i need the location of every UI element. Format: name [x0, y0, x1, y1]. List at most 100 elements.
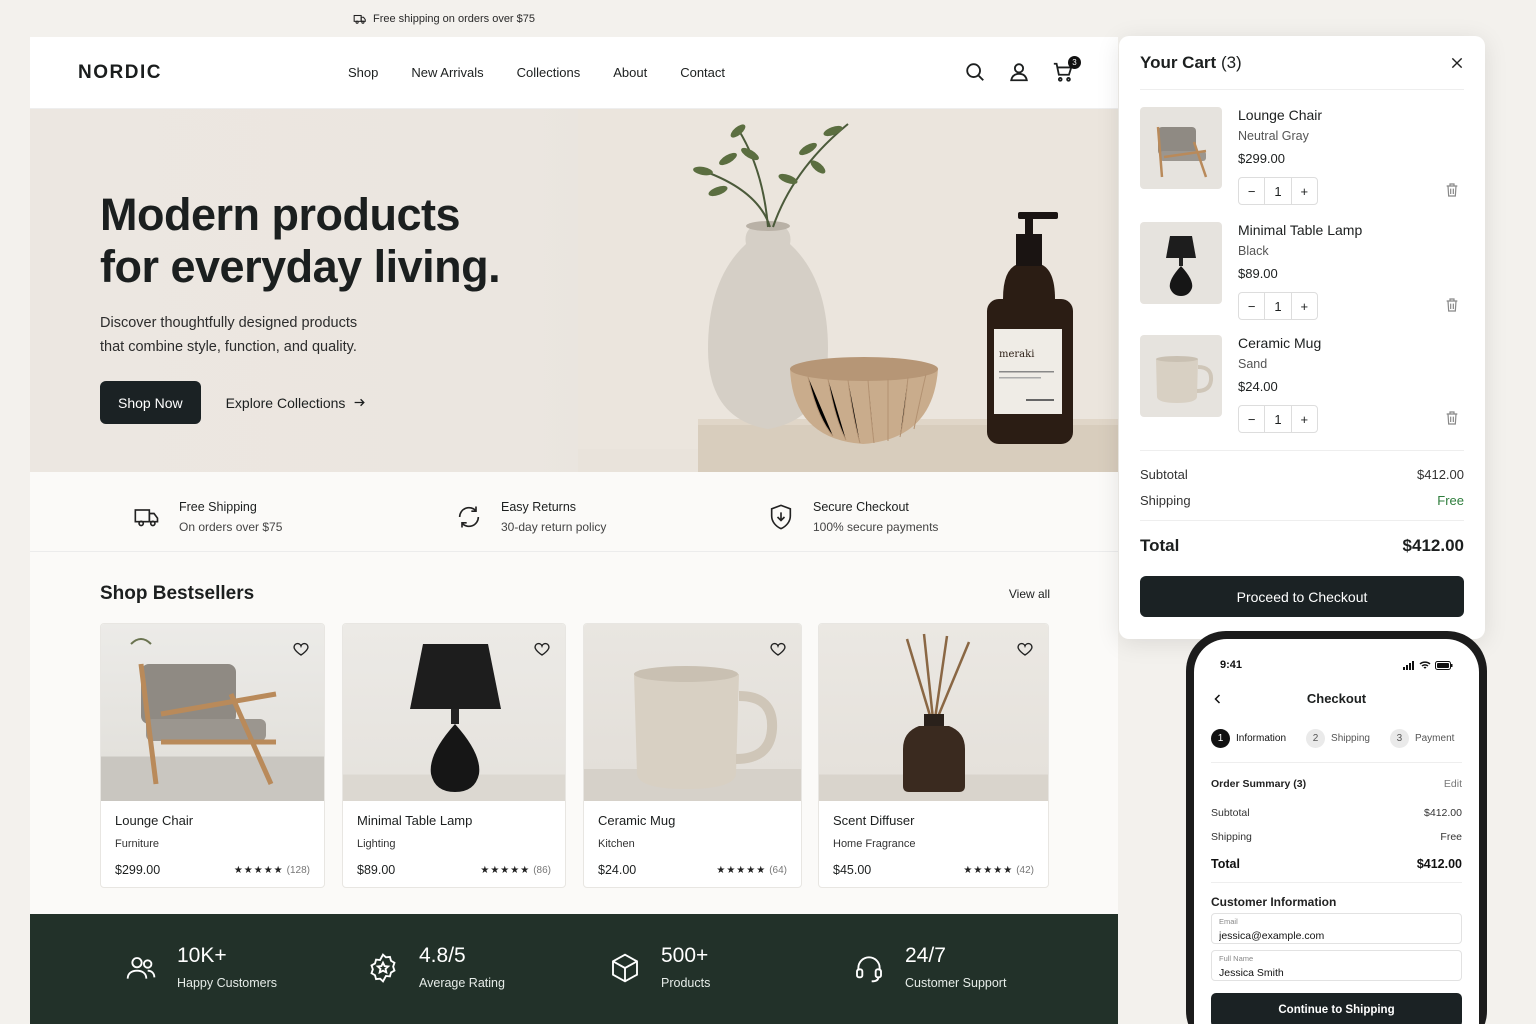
product-category: Kitchen	[598, 838, 635, 850]
heart-icon[interactable]	[533, 640, 551, 658]
stat-label: Products	[661, 976, 711, 990]
cart-item-price: $89.00	[1238, 266, 1278, 281]
stat-support: 24/7 Customer Support	[853, 944, 1006, 990]
step-payment[interactable]: 3 Payment	[1389, 729, 1454, 748]
quantity-value[interactable]: 1	[1264, 293, 1292, 319]
trash-icon[interactable]	[1444, 297, 1460, 313]
email-input[interactable]	[1219, 930, 1454, 942]
refresh-icon	[458, 506, 480, 528]
shield-icon	[770, 504, 792, 530]
nav-about[interactable]: About	[613, 65, 647, 80]
continue-to-shipping-button[interactable]: Continue to Shipping	[1211, 993, 1462, 1024]
trash-icon[interactable]	[1444, 410, 1460, 426]
decrease-button[interactable]: −	[1239, 178, 1264, 204]
stat-label: Customer Support	[905, 976, 1007, 990]
product-rating: ★★★★★ (42)	[963, 865, 1034, 876]
divider	[1140, 520, 1464, 521]
full-name-label: Full Name	[1219, 954, 1254, 963]
cart-item-price: $299.00	[1238, 151, 1285, 166]
nav-new-arrivals[interactable]: New Arrivals	[411, 65, 483, 80]
mobile-shipping-row: Shipping Free	[1211, 831, 1462, 843]
explore-collections-link[interactable]: Explore Collections	[226, 395, 367, 411]
rating-count: (86)	[533, 864, 551, 876]
product-rating: ★★★★★ (64)	[716, 865, 787, 876]
logo[interactable]: NORDIC	[78, 62, 298, 84]
announcement-bar: Free shipping on orders over $75	[30, 0, 1118, 37]
full-name-field[interactable]: Full Name	[1211, 950, 1462, 981]
cart-item-name: Minimal Table Lamp	[1238, 222, 1363, 238]
increase-button[interactable]: +	[1292, 406, 1317, 432]
stat-label: Average Rating	[419, 976, 505, 990]
email-field[interactable]: Email	[1211, 913, 1462, 944]
heart-icon[interactable]	[769, 640, 787, 658]
site-header: NORDIC Shop New Arrivals Collections Abo…	[30, 37, 1118, 109]
total-row: Total $412.00	[1140, 536, 1464, 556]
nav-collections[interactable]: Collections	[517, 65, 581, 80]
heart-icon[interactable]	[1016, 640, 1034, 658]
rating-count: (64)	[769, 864, 787, 876]
nav-shop[interactable]: Shop	[348, 65, 378, 80]
hero-banner: Modern products for everyday living. Dis…	[30, 109, 1118, 472]
hero-subtitle-line-2: that combine style, function, and qualit…	[100, 339, 357, 355]
cart-item-count: (3)	[1220, 52, 1242, 72]
feature-subtitle: On orders over $75	[179, 520, 283, 534]
back-chevron-icon[interactable]	[1212, 693, 1224, 705]
step-number: 1	[1211, 729, 1230, 748]
cart-count-badge: 3	[1068, 56, 1081, 69]
nav-contact[interactable]: Contact	[680, 65, 725, 80]
step-number: 3	[1389, 729, 1409, 748]
cart-item-variant: Black	[1238, 244, 1269, 258]
step-shipping[interactable]: 2 Shipping	[1306, 729, 1370, 748]
battery-icon	[1435, 660, 1453, 670]
product-price: $299.00	[115, 863, 161, 877]
product-name: Ceramic Mug	[598, 813, 676, 828]
rating-stars: ★★★★★	[963, 864, 1014, 876]
feature-subtitle: 100% secure payments	[813, 520, 939, 534]
step-label: Shipping	[1331, 733, 1370, 744]
signal-icon	[1403, 660, 1414, 670]
quantity-value[interactable]: 1	[1264, 406, 1292, 432]
cart-button[interactable]: 3	[1052, 56, 1081, 83]
product-image	[584, 624, 801, 801]
stats-band: 10K+ Happy Customers 4.8/5 Average Rating …	[30, 914, 1118, 1024]
quantity-value[interactable]: 1	[1264, 178, 1292, 204]
proceed-to-checkout-button[interactable]: Proceed to Checkout	[1140, 576, 1464, 617]
order-summary-title: Order Summary (3)	[1211, 778, 1307, 790]
increase-button[interactable]: +	[1292, 293, 1317, 319]
shipping-value: Free	[1437, 493, 1464, 508]
status-time: 9:41	[1220, 659, 1243, 671]
feature-free-shipping: Free Shipping On orders over $75	[133, 500, 282, 534]
edit-link[interactable]: Edit	[1444, 778, 1462, 790]
decrease-button[interactable]: −	[1239, 406, 1264, 432]
full-name-input[interactable]	[1219, 967, 1454, 979]
view-all-link[interactable]: View all	[1009, 587, 1050, 601]
close-icon[interactable]	[1450, 56, 1464, 70]
cart-item-name: Ceramic Mug	[1238, 335, 1322, 351]
step-number: 2	[1306, 729, 1326, 748]
box-icon	[612, 953, 638, 983]
rating-stars: ★★★★★	[480, 864, 531, 876]
cart-drawer: Your Cart (3) Lounge Chair Neutral Gray …	[1119, 36, 1485, 639]
feature-title: Free Shipping	[179, 500, 257, 514]
stat-value: 500+	[661, 944, 709, 967]
decrease-button[interactable]: −	[1239, 293, 1264, 319]
user-icon	[1010, 63, 1028, 82]
account-button[interactable]	[1008, 61, 1030, 83]
product-rating: ★★★★★ (128)	[234, 865, 310, 876]
customer-info-title: Customer Information	[1211, 895, 1337, 909]
step-information[interactable]: 1 Information	[1211, 729, 1286, 748]
product-category: Lighting	[357, 838, 396, 850]
product-card-scent-diffuser[interactable]: Scent Diffuser Home Fragrance $45.00 ★★★★…	[818, 623, 1049, 888]
cart-item-thumbnail	[1140, 107, 1222, 189]
increase-button[interactable]: +	[1292, 178, 1317, 204]
heart-icon[interactable]	[292, 640, 310, 658]
hero-title-line-2: for everyday living.	[100, 241, 501, 292]
product-card-lounge-chair[interactable]: Lounge Chair Furniture $299.00 ★★★★★ (128)	[100, 623, 325, 888]
trash-icon[interactable]	[1444, 182, 1460, 198]
product-card-table-lamp[interactable]: Minimal Table Lamp Lighting $89.00 ★★★★★(…	[342, 623, 566, 888]
shop-now-button[interactable]: Shop Now	[100, 381, 201, 424]
product-image	[343, 624, 565, 801]
subtotal-row: Subtotal $412.00	[1140, 467, 1464, 482]
search-button[interactable]	[964, 61, 986, 83]
product-card-ceramic-mug[interactable]: Ceramic Mug Kitchen $24.00 ★★★★★ (64)	[583, 623, 802, 888]
